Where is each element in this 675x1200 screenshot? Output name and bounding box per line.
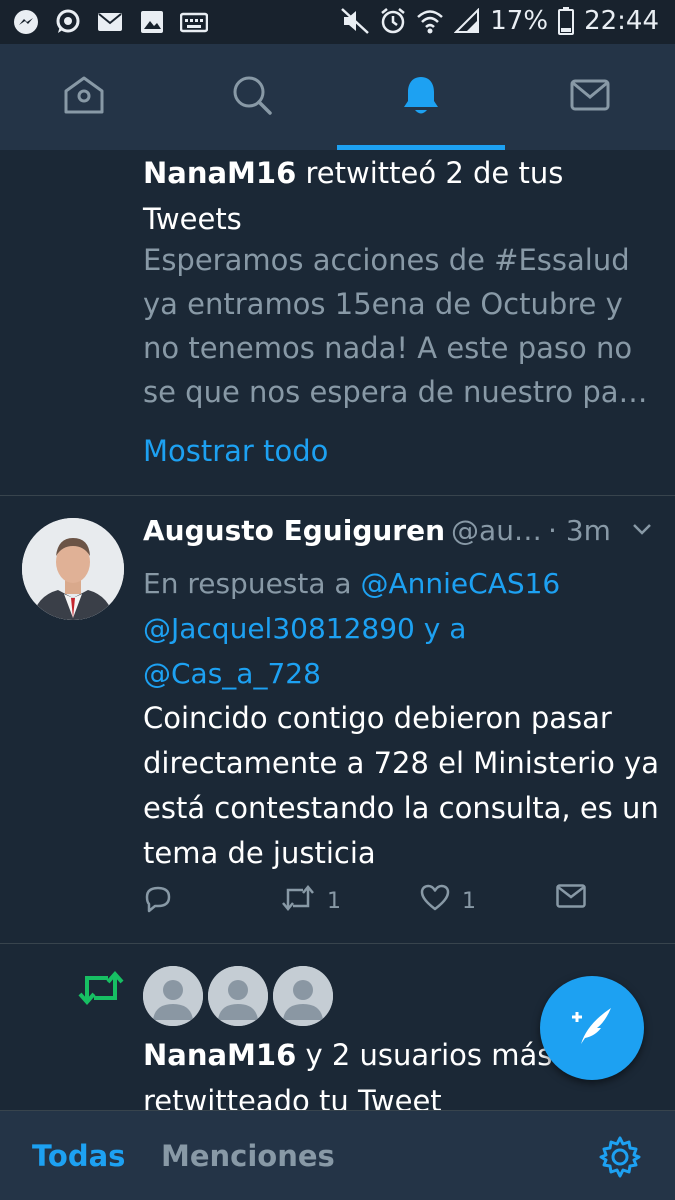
- tab-messages[interactable]: [506, 44, 674, 150]
- keyboard-icon: [180, 8, 208, 36]
- envelope-icon: [570, 79, 610, 115]
- retweet-button[interactable]: 1: [281, 884, 341, 918]
- tab-search[interactable]: [168, 44, 336, 150]
- bell-icon: [401, 74, 441, 120]
- tab-all[interactable]: Todas: [32, 1139, 125, 1173]
- avatar[interactable]: [22, 518, 124, 620]
- retweeted-tweet-text: Esperamos acciones de #Essalud ya entram…: [143, 243, 648, 409]
- reply-prefix: En respuesta a: [143, 567, 352, 600]
- tweet-header: Augusto Eguiguren @au… · 3m: [143, 514, 663, 554]
- retweeter-name[interactable]: NanaM16: [143, 156, 296, 190]
- author-name[interactable]: Augusto Eguiguren: [143, 514, 445, 547]
- alarm-icon: [380, 7, 406, 35]
- compose-tweet-button[interactable]: [540, 976, 644, 1080]
- retweet-notification-title: NanaM16 retwitteó 2 de tus Tweets: [143, 150, 653, 242]
- direct-message-button[interactable]: [556, 884, 586, 914]
- reply-button[interactable]: [143, 884, 173, 920]
- home-icon: [63, 75, 105, 119]
- tab-home[interactable]: [0, 44, 168, 150]
- reply-icon: [143, 884, 173, 920]
- retweet-notification[interactable]: NanaM16 retwitteó 2 de tus Tweets Espera…: [0, 150, 675, 496]
- tab-notifications[interactable]: [337, 44, 505, 150]
- tab-mentions[interactable]: Menciones: [161, 1139, 335, 1173]
- group-retweet-line2: retwitteado tu Tweet: [143, 1084, 442, 1110]
- show-all-link[interactable]: Mostrar todo: [143, 434, 328, 468]
- reply-context: En respuesta a @AnnieCAS16 @Jacquel30812…: [143, 561, 658, 696]
- mute-icon: [340, 7, 370, 35]
- like-button[interactable]: 1: [420, 884, 476, 918]
- tweet-actions: 1 1: [143, 884, 593, 924]
- avatar[interactable]: [208, 966, 268, 1026]
- tweet-time: · 3m: [548, 514, 611, 547]
- wifi-icon: [416, 8, 444, 34]
- reply-and: y a: [423, 612, 467, 645]
- retweeter-name[interactable]: NanaM16: [143, 1038, 296, 1072]
- mention-link[interactable]: @Jacquel30812890: [143, 612, 415, 645]
- mention-link[interactable]: @AnnieCAS16: [360, 567, 560, 600]
- messenger-icon: [12, 8, 40, 36]
- bottom-tab-bar: Todas Menciones: [0, 1110, 675, 1200]
- retweet-icon: [281, 884, 315, 918]
- mail-icon: [96, 8, 124, 36]
- status-bar: 17% 22:44: [0, 0, 675, 44]
- image-icon: [138, 8, 166, 36]
- heart-icon: [420, 884, 450, 918]
- envelope-icon: [556, 884, 586, 914]
- chevron-down-icon[interactable]: [631, 514, 653, 551]
- avatar[interactable]: [273, 966, 333, 1026]
- search-icon: [231, 74, 273, 120]
- avatar[interactable]: [143, 966, 203, 1026]
- tweet-text: Coincido contigo debieron pasar directam…: [143, 701, 659, 870]
- clock: 22:44: [584, 6, 659, 36]
- author-handle[interactable]: @au…: [451, 514, 542, 547]
- signal-icon: [454, 8, 480, 34]
- battery-icon: [558, 7, 575, 35]
- compose-quill-icon: [567, 1004, 617, 1052]
- whatsapp-icon: [54, 8, 82, 36]
- notifications-feed[interactable]: NanaM16 retwitteó 2 de tus Tweets Espera…: [0, 150, 675, 1110]
- like-count: 1: [462, 888, 476, 914]
- gear-icon[interactable]: [598, 1135, 642, 1179]
- retweet-count: 1: [327, 888, 341, 914]
- tweet-time-value: 3m: [565, 514, 611, 547]
- battery-percent: 17%: [490, 6, 549, 36]
- group-retweet-rest: y 2 usuarios más h: [305, 1038, 580, 1072]
- top-nav: [0, 44, 675, 150]
- retweet-icon: [78, 970, 124, 1010]
- reply-tweet[interactable]: Augusto Eguiguren @au… · 3m En respuesta …: [0, 496, 675, 944]
- mention-link[interactable]: @Cas_a_728: [143, 657, 321, 690]
